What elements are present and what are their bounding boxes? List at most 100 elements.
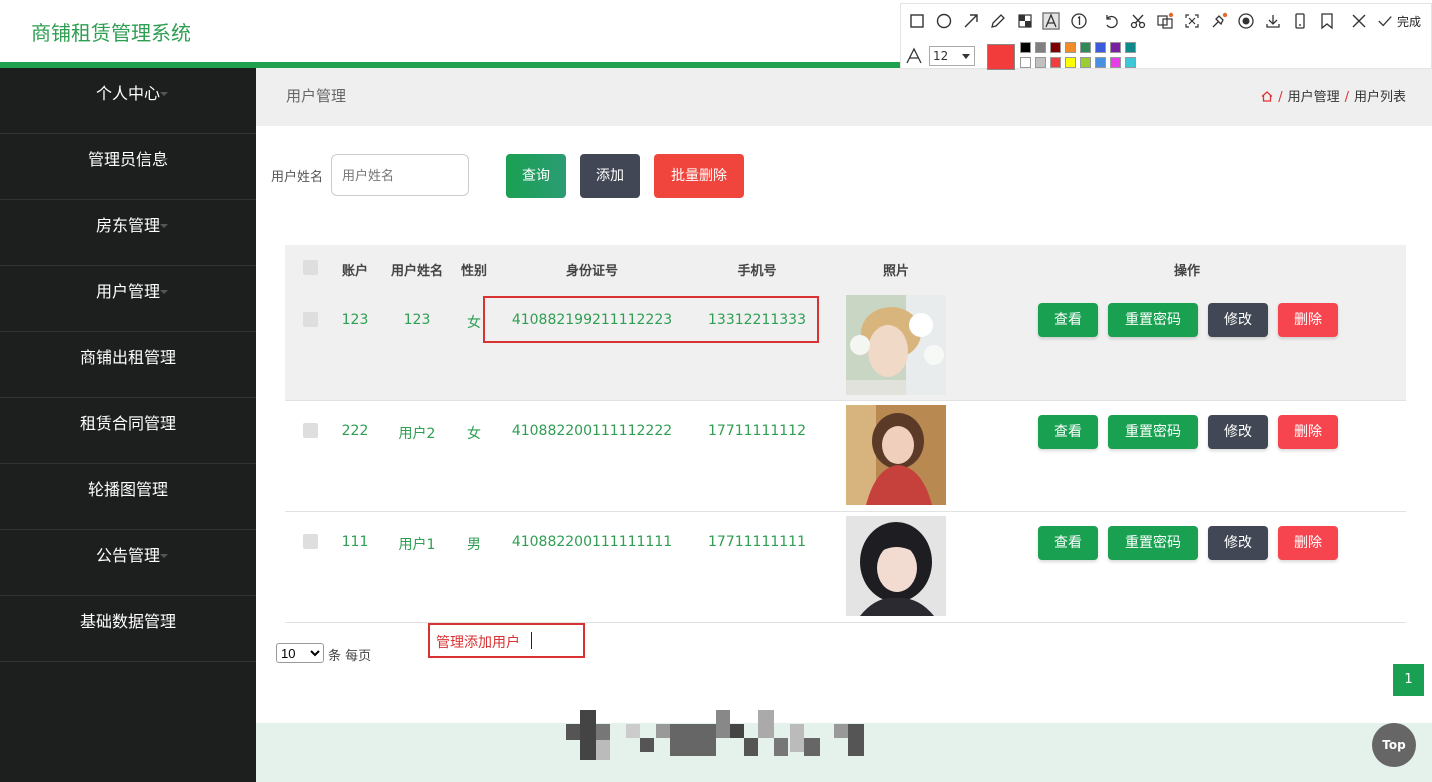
cell-id-number: 410882200111111111 — [511, 534, 673, 550]
view-button[interactable]: 查看 — [1038, 415, 1098, 449]
sidebar-item-admin-info[interactable]: 管理员信息 — [0, 134, 256, 200]
breadcrumb-bar: 用户管理 / 用户管理 / 用户列表 — [256, 68, 1432, 126]
bookmark-icon[interactable] — [1318, 12, 1336, 30]
phone-icon[interactable] — [1291, 12, 1309, 30]
current-color-swatch[interactable] — [987, 44, 1015, 70]
column-header: 账户 — [341, 264, 368, 279]
color-swatch[interactable] — [1080, 42, 1091, 53]
caret-down-icon — [160, 356, 168, 360]
view-button[interactable]: 查看 — [1038, 526, 1098, 560]
check-icon[interactable] — [1377, 12, 1393, 30]
expand-icon[interactable] — [1183, 12, 1201, 30]
ocr-icon[interactable] — [1156, 12, 1174, 30]
sidebar-item-personal-center[interactable]: 个人中心 — [0, 68, 256, 134]
page-button[interactable]: 1 — [1393, 664, 1424, 696]
color-swatch[interactable] — [1020, 57, 1031, 68]
cut-icon[interactable] — [1129, 12, 1147, 30]
sidebar-item-lease-contract[interactable]: 租赁合同管理 — [0, 398, 256, 464]
color-swatch[interactable] — [1125, 57, 1136, 68]
edit-button[interactable]: 修改 — [1208, 526, 1268, 560]
pencil-icon[interactable] — [989, 12, 1007, 30]
column-header: 身份证号 — [565, 264, 618, 279]
caret-down-icon — [160, 554, 168, 558]
caret-down-icon — [160, 620, 168, 624]
column-header: 操作 — [1173, 264, 1200, 279]
color-swatch[interactable] — [1035, 57, 1046, 68]
delete-button[interactable]: 删除 — [1278, 303, 1338, 337]
edit-button[interactable]: 修改 — [1208, 415, 1268, 449]
sidebar-item-carousel[interactable]: 轮播图管理 — [0, 464, 256, 530]
add-button[interactable]: 添加 — [580, 154, 640, 198]
text-icon[interactable] — [1042, 12, 1060, 30]
color-swatch[interactable] — [1050, 57, 1061, 68]
row-checkbox[interactable] — [303, 423, 318, 438]
font-size-select[interactable]: 12 — [929, 46, 975, 66]
color-swatch[interactable] — [1050, 42, 1061, 53]
user-table: 账户 用户姓名 性别 身份证号 手机号 照片 操作 123 123 女 4108… — [285, 245, 1406, 623]
color-swatch[interactable] — [1110, 42, 1121, 53]
caret-down-icon — [160, 224, 168, 228]
delete-button[interactable]: 删除 — [1278, 526, 1338, 560]
edit-button[interactable]: 修改 — [1208, 303, 1268, 337]
text-cursor — [531, 632, 532, 649]
mosaic-icon[interactable] — [1016, 12, 1034, 30]
dropdown-icon — [962, 54, 970, 59]
undo-icon[interactable] — [1102, 12, 1120, 30]
column-header: 照片 — [882, 264, 909, 279]
done-button[interactable]: 完成 — [1397, 13, 1421, 30]
back-to-top-button[interactable]: Top — [1372, 723, 1416, 767]
arrow-icon[interactable] — [962, 12, 980, 30]
view-button[interactable]: 查看 — [1038, 303, 1098, 337]
caret-down-icon — [160, 92, 168, 96]
reset-password-button[interactable]: 重置密码 — [1108, 415, 1198, 449]
download-icon[interactable] — [1264, 12, 1282, 30]
color-swatch[interactable] — [1020, 42, 1031, 53]
color-swatch[interactable] — [1095, 57, 1106, 68]
color-swatch[interactable] — [1095, 42, 1106, 53]
ellipse-icon[interactable] — [935, 12, 953, 30]
record-icon[interactable] — [1237, 12, 1255, 30]
color-swatch[interactable] — [1065, 57, 1076, 68]
row-checkbox[interactable] — [303, 534, 318, 549]
annotation-text[interactable]: 管理添加用户 — [436, 632, 520, 652]
pin-icon[interactable] — [1210, 12, 1228, 30]
sidebar-item-landlord[interactable]: 房东管理 — [0, 200, 256, 266]
number-icon[interactable] — [1070, 12, 1088, 30]
breadcrumb-item[interactable]: 用户管理 — [1288, 90, 1340, 105]
sidebar-item-basic-data[interactable]: 基础数据管理 — [0, 596, 256, 662]
search-input[interactable] — [331, 154, 469, 196]
app-title: 商铺租赁管理系统 — [31, 21, 191, 45]
cell-name: 用户2 — [398, 426, 436, 442]
rectangle-icon[interactable] — [908, 12, 926, 30]
color-swatch[interactable] — [1125, 42, 1136, 53]
user-photo — [846, 516, 946, 616]
column-header: 用户姓名 — [390, 264, 443, 279]
select-all-checkbox[interactable] — [303, 260, 318, 275]
delete-button[interactable]: 删除 — [1278, 415, 1338, 449]
cell-name: 123 — [403, 312, 431, 328]
caret-down-icon — [160, 290, 168, 294]
font-icon — [906, 47, 922, 64]
sidebar-item-label: 管理员信息 — [87, 150, 168, 169]
color-swatch[interactable] — [1080, 57, 1091, 68]
sidebar-item-label: 轮播图管理 — [87, 480, 168, 499]
home-icon[interactable] — [1261, 91, 1273, 102]
caret-down-icon — [160, 158, 168, 162]
sidebar-item-users[interactable]: 用户管理 — [0, 266, 256, 332]
sidebar-item-announcements[interactable]: 公告管理 — [0, 530, 256, 596]
page-size-select[interactable]: 10 — [276, 643, 324, 663]
cell-gender: 男 — [467, 537, 481, 553]
reset-password-button[interactable]: 重置密码 — [1108, 526, 1198, 560]
sidebar-item-shop-rental[interactable]: 商铺出租管理 — [0, 332, 256, 398]
query-button[interactable]: 查询 — [506, 154, 566, 198]
color-swatch[interactable] — [1065, 42, 1076, 53]
breadcrumb-item: 用户列表 — [1353, 90, 1406, 105]
batch-delete-button[interactable]: 批量删除 — [654, 154, 744, 198]
row-checkbox[interactable] — [303, 312, 318, 327]
table-row: 222 用户2 女 410882200111112222 17711111112… — [285, 401, 1406, 512]
close-icon[interactable] — [1350, 12, 1368, 30]
color-swatch[interactable] — [1035, 42, 1046, 53]
color-swatch[interactable] — [1110, 57, 1121, 68]
reset-password-button[interactable]: 重置密码 — [1108, 303, 1198, 337]
sidebar: 个人中心 管理员信息 房东管理 用户管理 商铺出租管理 租赁合同管理 轮播图管理… — [0, 68, 256, 782]
